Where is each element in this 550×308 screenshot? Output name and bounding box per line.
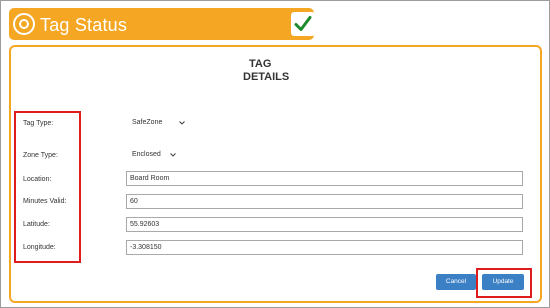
tag-type-select[interactable]: SafeZone xyxy=(130,116,192,130)
latitude-input[interactable]: 55.92603 xyxy=(126,217,523,232)
panel-title-line1: TAG xyxy=(249,58,272,70)
panel-title-line2: DETAILS xyxy=(243,71,290,83)
chevron-down-icon xyxy=(179,121,185,125)
tag-type-value: SafeZone xyxy=(132,119,163,126)
longitude-input[interactable]: -3.308150 xyxy=(126,240,523,255)
target-ring-icon xyxy=(13,13,35,35)
labels-highlight-box xyxy=(14,111,81,263)
cancel-button[interactable]: Cancel xyxy=(436,274,476,290)
minutes-valid-input[interactable]: 60 xyxy=(126,194,523,209)
green-check-icon xyxy=(294,16,312,31)
zone-type-value: Enclosed xyxy=(132,151,161,158)
app-title: Tag Status xyxy=(40,15,128,35)
location-input[interactable]: Board Room xyxy=(126,171,523,186)
app-header: Tag Status xyxy=(9,8,315,40)
update-highlight-box xyxy=(476,268,532,298)
zone-type-select[interactable]: Enclosed xyxy=(130,148,182,162)
status-check-button[interactable] xyxy=(291,12,315,36)
chevron-down-icon xyxy=(170,153,176,157)
panel-title: TAG DETAILS xyxy=(243,58,303,84)
